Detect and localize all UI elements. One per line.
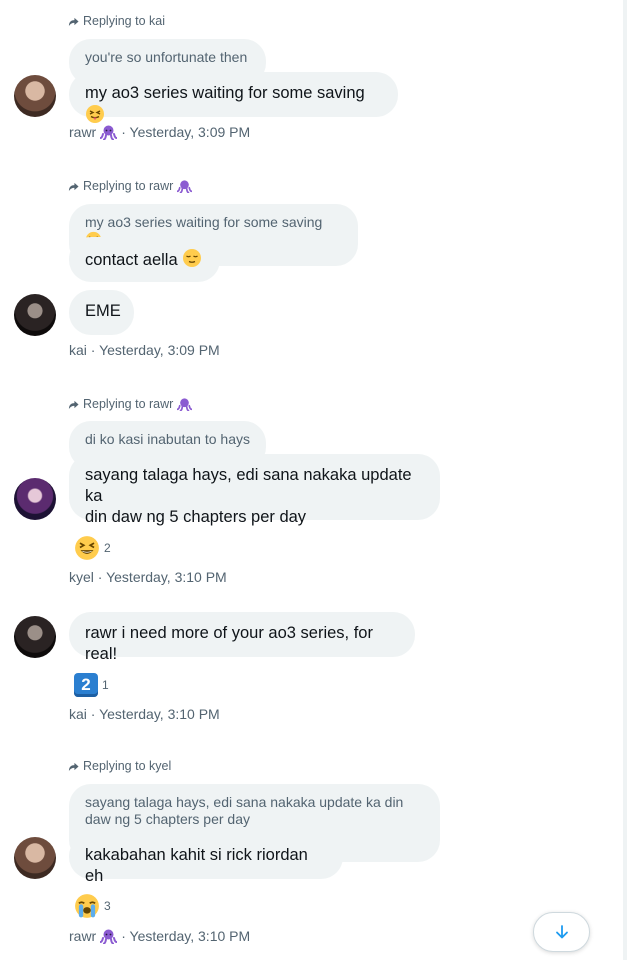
- sender-name: rawr: [69, 124, 97, 140]
- reaction-count: 1: [102, 678, 109, 692]
- relieved-face-emoji-icon: [183, 249, 202, 267]
- quoted-text: my ao3 series waiting for some saving: [85, 214, 323, 230]
- sender-timestamp: kai · Yesterday, 3:10 PM: [69, 706, 220, 722]
- laughing-face-emoji-icon: [75, 536, 99, 560]
- message-text: rawr i need more of your ao3 series, for…: [85, 624, 373, 663]
- reply-to-label: Replying to rawr: [83, 179, 174, 193]
- loudly-crying-face-emoji-icon: [75, 894, 99, 918]
- avatar-kai[interactable]: [14, 616, 56, 658]
- octopus-emoji-icon: [100, 125, 118, 140]
- keycap-digit-two-emoji-icon: 2: [74, 673, 98, 697]
- reply-arrow-icon: [68, 17, 79, 26]
- octopus-emoji-icon: [100, 929, 118, 944]
- message-text: my ao3 series waiting for some saving: [85, 84, 365, 102]
- reaction-count: 2: [104, 541, 111, 555]
- quoted-text-line: sayang talaga hays, edi sana nakaka upda…: [85, 794, 404, 810]
- reaction-count: 3: [104, 899, 111, 913]
- sender-name: rawr: [69, 928, 97, 944]
- reply-arrow-icon: [68, 182, 79, 191]
- sender-timestamp: kai · Yesterday, 3:09 PM: [69, 342, 220, 358]
- tongue-wink-emoji-icon: [86, 105, 104, 123]
- avatar-kyel[interactable]: [14, 478, 56, 520]
- message-meta: kai · Yesterday, 3:10 PM: [69, 706, 220, 722]
- quoted-text-line: daw ng 5 chapters per day: [85, 811, 250, 827]
- reply-to-indicator: Replying to rawr: [68, 395, 193, 413]
- timestamp: · Yesterday, 3:09 PM: [121, 124, 251, 140]
- reply-arrow-icon: [68, 762, 79, 771]
- message-text-line: din daw ng 5 chapters per day: [85, 508, 307, 526]
- message-bubble[interactable]: kakabahan kahit si rick riordan eh: [69, 834, 343, 885]
- avatar-rawr[interactable]: [14, 837, 56, 879]
- avatar-kai[interactable]: [14, 294, 56, 336]
- quoted-text: di ko kasi inabutan to hays: [85, 431, 250, 447]
- quoted-text: you're so unfortunate then: [85, 49, 248, 65]
- timestamp: · Yesterday, 3:10 PM: [121, 928, 251, 944]
- reaction-pill[interactable]: 3: [74, 893, 111, 919]
- avatar-rawr[interactable]: [14, 75, 56, 117]
- reply-to-indicator: Replying to rawr: [68, 177, 193, 195]
- reply-to-indicator: Replying to kai: [68, 12, 165, 30]
- message-meta: rawr · Yesterday, 3:09 PM: [69, 124, 250, 140]
- reply-arrow-icon: [68, 400, 79, 409]
- message-text: kakabahan kahit si rick riordan eh: [85, 846, 308, 885]
- reply-to-label: Replying to kyel: [83, 759, 172, 773]
- reaction-pill[interactable]: 2: [74, 535, 111, 561]
- message-text-line: sayang talaga hays, edi sana nakaka upda…: [85, 466, 412, 505]
- message-bubble[interactable]: my ao3 series waiting for some saving: [69, 72, 398, 123]
- reaction-pill[interactable]: 2 1: [74, 673, 109, 697]
- message-bubble[interactable]: contact aella: [69, 237, 220, 282]
- reply-to-label: Replying to rawr: [83, 397, 174, 411]
- arrow-down-icon: [555, 925, 568, 939]
- reply-to-indicator: Replying to kyel: [68, 757, 171, 775]
- message-text: EME: [85, 302, 121, 320]
- message-bubble[interactable]: rawr i need more of your ao3 series, for…: [69, 612, 415, 663]
- message-text: contact aella: [85, 251, 178, 269]
- octopus-emoji-icon: [177, 397, 193, 411]
- message-bubble[interactable]: EME: [69, 290, 134, 335]
- octopus-emoji-icon: [177, 179, 193, 193]
- sender-timestamp: kyel · Yesterday, 3:10 PM: [69, 569, 227, 585]
- message-meta: kyel · Yesterday, 3:10 PM: [69, 569, 227, 585]
- message-meta: rawr · Yesterday, 3:10 PM: [69, 928, 250, 944]
- scrollbar-track[interactable]: [623, 0, 627, 960]
- scroll-to-bottom-button[interactable]: [533, 912, 590, 952]
- message-meta: kai · Yesterday, 3:09 PM: [69, 342, 220, 358]
- message-bubble[interactable]: sayang talaga hays, edi sana nakaka upda…: [69, 454, 440, 526]
- reply-to-label: Replying to kai: [83, 14, 165, 28]
